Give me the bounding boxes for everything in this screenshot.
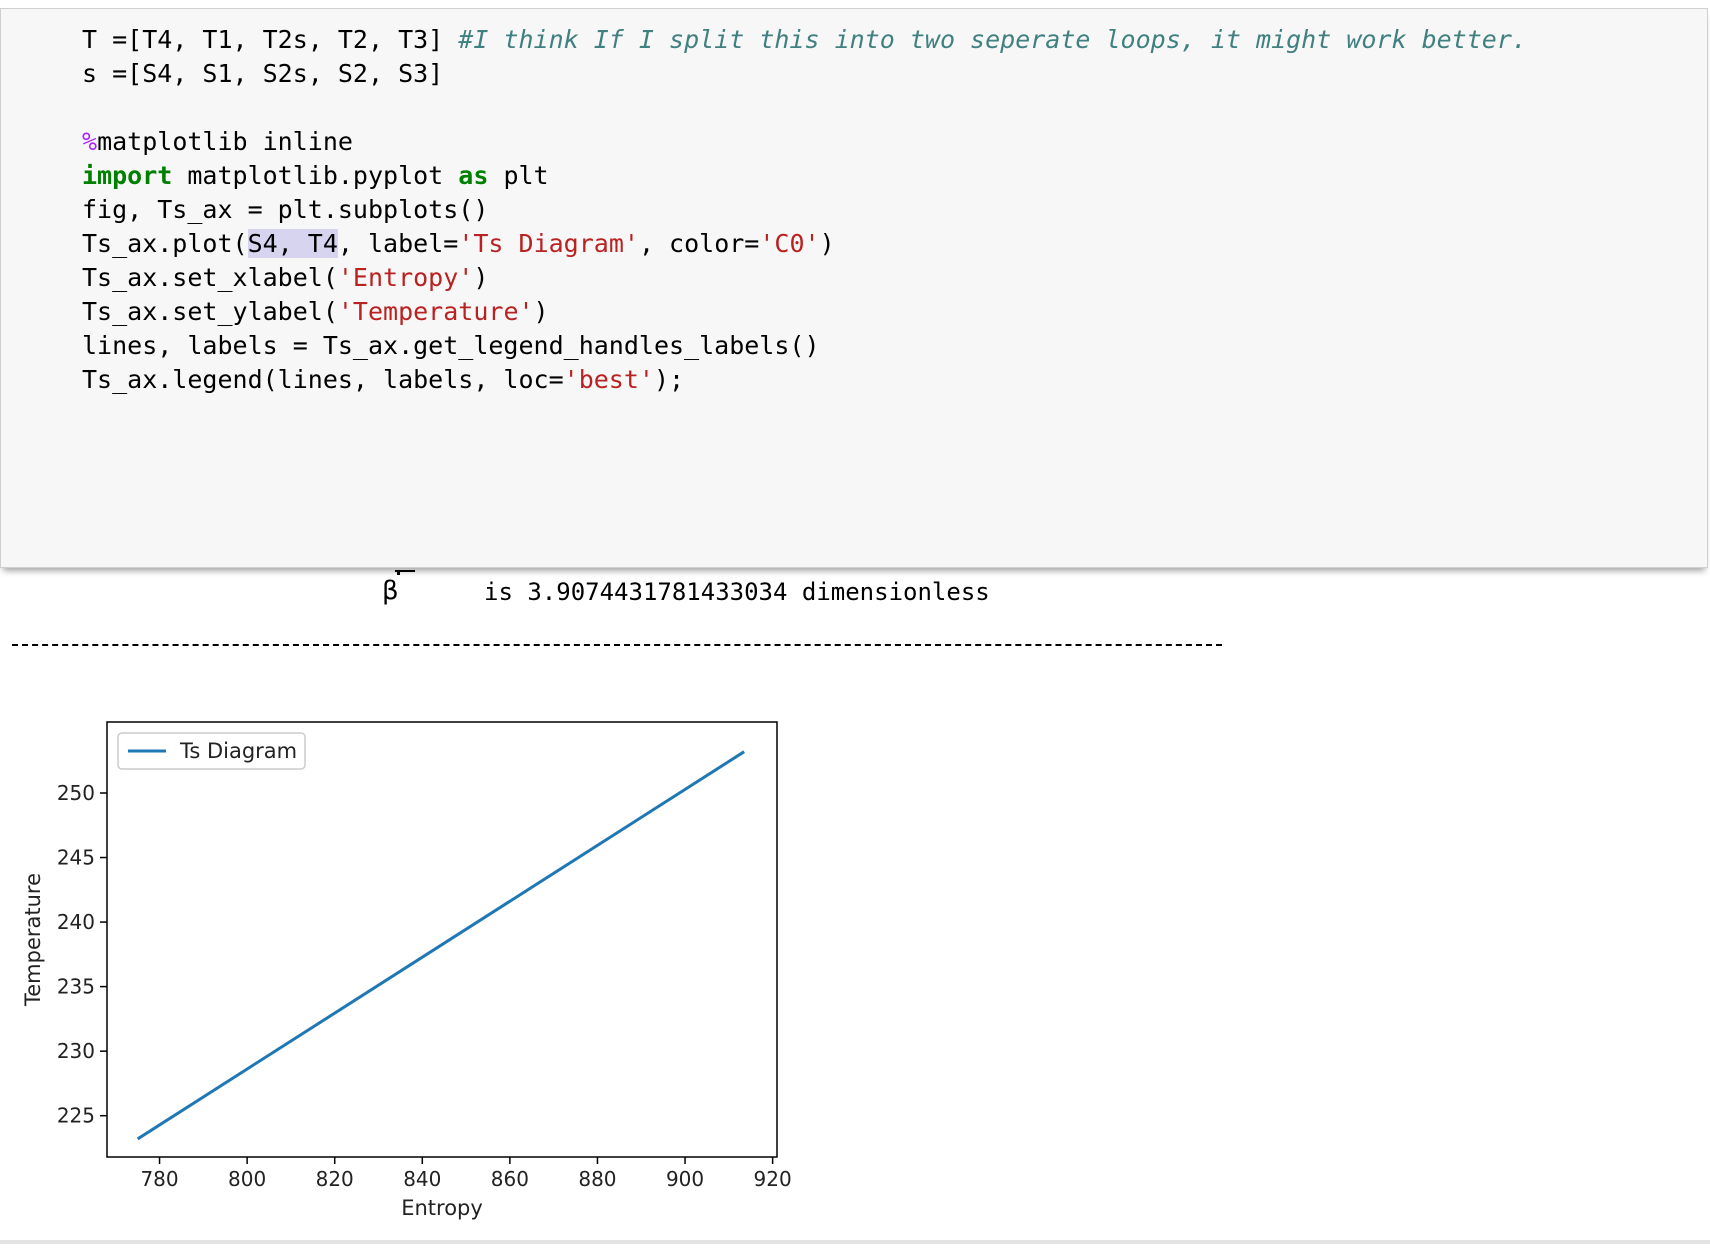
beta-dot-mark — [397, 572, 400, 575]
code-editor[interactable]: T =[T4, T1, T2s, T2, T3] #I think If I s… — [82, 23, 1527, 397]
y-tick-label: 250 — [57, 781, 95, 805]
bottom-divider — [0, 1240, 1710, 1244]
code-cell[interactable]: T =[T4, T1, T2s, T2, T3] #I think If I s… — [0, 8, 1708, 568]
result-text: is 3.9074431781433034 dimensionless — [484, 578, 990, 606]
plot-frame — [106, 721, 778, 1158]
x-tick-label: 860 — [491, 1167, 529, 1191]
y-tick-label: 245 — [57, 846, 95, 870]
code-line: Ts_ax.legend(lines, labels, loc='best'); — [82, 365, 685, 394]
code-line: Ts_ax.plot(S4, T4, label='Ts Diagram', c… — [82, 229, 835, 258]
code-line: T =[T4, T1, T2s, T2, T3] #I think If I s… — [82, 25, 1527, 54]
legend-label: Ts Diagram — [179, 739, 297, 763]
code-line: Ts_ax.set_ylabel('Temperature') — [82, 297, 549, 326]
code-line: import matplotlib.pyplot as plt — [82, 161, 549, 190]
x-tick-label: 920 — [754, 1167, 792, 1191]
y-tick-label: 235 — [57, 975, 95, 999]
code-line: s =[S4, S1, S2s, S2, S3] — [82, 59, 444, 88]
beta-bar-mark — [395, 570, 415, 572]
chart-layer: 780 800 820 840 860 880 900 920 225 230 235 240 245 2… — [21, 721, 792, 1220]
y-tick-label: 225 — [57, 1104, 95, 1128]
y-axis-label: Temperature — [21, 873, 45, 1007]
code-line: lines, labels = Ts_ax.get_legend_handles… — [82, 331, 820, 360]
x-axis-label: Entropy — [401, 1196, 483, 1220]
y-tick-label: 230 — [57, 1039, 95, 1063]
output-separator — [12, 644, 1222, 646]
x-tick-label: 800 — [228, 1167, 266, 1191]
code-line: %matplotlib inline — [82, 127, 353, 156]
x-tick-label: 840 — [403, 1167, 441, 1191]
x-tick-label: 820 — [316, 1167, 354, 1191]
series-line — [136, 750, 745, 1141]
beta-symbol: β — [382, 576, 399, 606]
x-tick-label: 780 — [140, 1167, 178, 1191]
code-line: Ts_ax.set_xlabel('Entropy') — [82, 263, 489, 292]
y-tick-label: 240 — [57, 910, 95, 934]
ts-diagram-chart: 780 800 820 840 860 880 900 920 225 230 235 240 245 2… — [21, 721, 792, 1220]
x-tick-label: 900 — [666, 1167, 704, 1191]
code-line: fig, Ts_ax = plt.subplots() — [82, 195, 489, 224]
code-comment: #I think If I split this into two sepera… — [458, 25, 1527, 54]
x-tick-label: 880 — [578, 1167, 616, 1191]
selection-highlight: S4, T4 — [247, 229, 338, 258]
